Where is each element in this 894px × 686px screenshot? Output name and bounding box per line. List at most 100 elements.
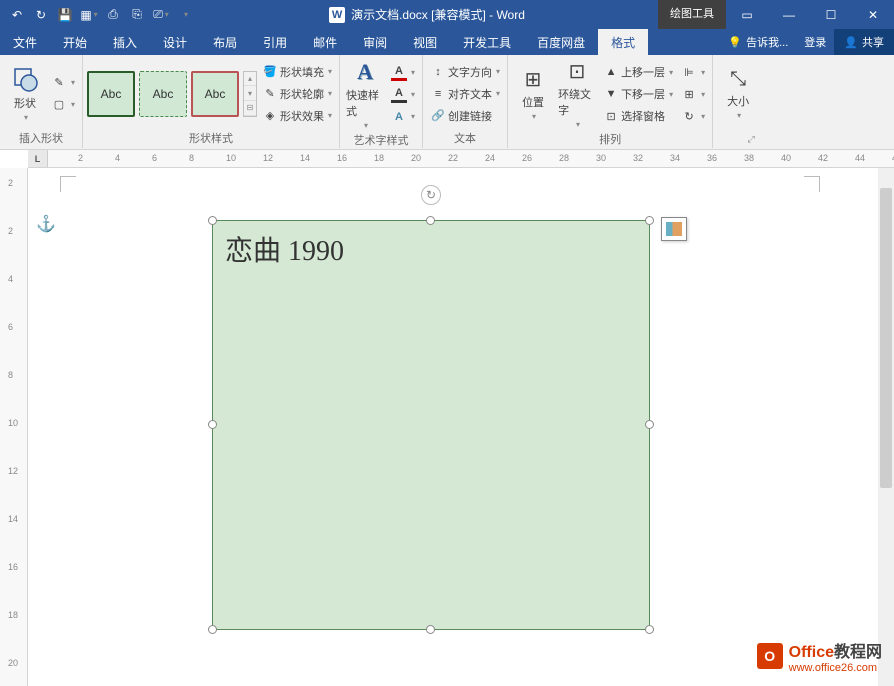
tab-view[interactable]: 视图	[400, 29, 450, 55]
tell-me-button[interactable]: 💡 告诉我...	[720, 29, 796, 55]
position-button[interactable]: ⊞ 位置 ▾	[512, 65, 554, 123]
wrap-label: 环绕文字	[558, 86, 596, 118]
new-button[interactable]: ▦▾	[78, 4, 100, 26]
redo-button[interactable]: ↻	[30, 4, 52, 26]
quick-styles-button[interactable]: A 快速样式 ▾	[344, 57, 386, 132]
resize-handle-bm[interactable]	[426, 625, 435, 634]
group-label-text: 文本	[427, 130, 503, 146]
outline-icon: ✎	[262, 86, 278, 102]
group-button[interactable]: ⊞▾	[678, 83, 708, 105]
resize-handle-bl[interactable]	[208, 625, 217, 634]
undo-button[interactable]: ↶	[6, 4, 28, 26]
save-button[interactable]: 💾	[54, 4, 76, 26]
vertical-scrollbar[interactable]	[878, 168, 894, 686]
tab-mailings[interactable]: 邮件	[300, 29, 350, 55]
tab-home[interactable]: 开始	[50, 29, 100, 55]
shape-style-gallery[interactable]: Abc Abc Abc ▴ ▾ ⊟	[87, 71, 257, 117]
document-area[interactable]: ⚓ 恋曲 1990 ↻	[28, 168, 878, 686]
rotate-button[interactable]: ↻▾	[678, 105, 708, 127]
selection-label: 选择窗格	[621, 108, 665, 124]
tab-baidu[interactable]: 百度网盘	[524, 29, 598, 55]
shape-text[interactable]: 恋曲 1990	[213, 221, 649, 277]
ruler-corner[interactable]: L	[28, 150, 48, 168]
shape-fill-button[interactable]: 🪣形状填充▾	[259, 61, 335, 83]
fill-label: 形状填充	[280, 64, 324, 80]
text-effects-icon: A	[391, 109, 407, 125]
resize-handle-ml[interactable]	[208, 420, 217, 429]
send-backward-button[interactable]: ▼下移一层▾	[600, 83, 676, 105]
shape-outline-button[interactable]: ✎形状轮廓▾	[259, 83, 335, 105]
tab-file[interactable]: 文件	[0, 29, 50, 55]
tab-references[interactable]: 引用	[250, 29, 300, 55]
gallery-more[interactable]: ⊟	[244, 101, 256, 116]
page-margin-tr	[804, 176, 820, 192]
ruler-tick: 12	[263, 153, 273, 163]
style-preset-3[interactable]: Abc	[191, 71, 239, 117]
shape-effects-button[interactable]: ◈形状效果▾	[259, 105, 335, 127]
gallery-down[interactable]: ▾	[244, 86, 256, 101]
link-label: 创建链接	[448, 108, 492, 124]
group-insert-shapes: 形状 ▾ ✎▾ ▢▾ 插入形状	[0, 55, 83, 148]
watermark-brand1: Office	[789, 644, 834, 661]
text-box-button[interactable]: ▢▾	[48, 94, 78, 116]
resize-handle-tr[interactable]	[645, 216, 654, 225]
horizontal-ruler[interactable]: L 24681012141618202224262830323436384042…	[28, 150, 894, 168]
tab-review[interactable]: 审阅	[350, 29, 400, 55]
tab-developer[interactable]: 开发工具	[450, 29, 524, 55]
edit-shape-button[interactable]: ✎▾	[48, 72, 78, 94]
ruler-tick: 4	[8, 274, 13, 284]
custom2-button[interactable]: ⎚▾	[150, 4, 172, 26]
scrollbar-thumb[interactable]	[880, 188, 892, 488]
close-button[interactable]: ✕	[852, 0, 894, 29]
minimize-button[interactable]: —	[768, 0, 810, 29]
ruler-tick: 42	[818, 153, 828, 163]
contextual-tab-label: 绘图工具	[658, 0, 726, 29]
style-preset-1[interactable]: Abc	[87, 71, 135, 117]
bring-forward-button[interactable]: ▲上移一层▾	[600, 61, 676, 83]
tab-insert[interactable]: 插入	[100, 29, 150, 55]
text-effects-button[interactable]: A▾	[388, 106, 418, 128]
wrap-text-button[interactable]: ⊡ 环绕文字 ▾	[556, 57, 598, 131]
ribbon-options-button[interactable]: ▭	[726, 0, 768, 29]
text-outline-button[interactable]: A▾	[388, 84, 418, 106]
style-preset-2[interactable]: Abc	[139, 71, 187, 117]
backward-label: 下移一层	[621, 86, 665, 102]
tab-layout[interactable]: 布局	[200, 29, 250, 55]
backward-icon: ▼	[603, 86, 619, 102]
ruler-tick: 24	[485, 153, 495, 163]
fill-icon: 🪣	[262, 64, 278, 80]
rotate-handle[interactable]: ↻	[421, 185, 441, 205]
layout-options-button[interactable]	[661, 217, 687, 241]
tab-design[interactable]: 设计	[150, 29, 200, 55]
tab-format[interactable]: 格式	[598, 29, 648, 55]
shapes-button[interactable]: 形状 ▾	[4, 63, 46, 124]
login-button[interactable]: 登录	[796, 29, 834, 55]
align-text-button[interactable]: ≡对齐文本▾	[427, 83, 503, 105]
wrap-icon: ⊡	[569, 59, 586, 84]
text-fill-button[interactable]: A▾	[388, 62, 418, 84]
group-label-shape-styles: 形状样式	[87, 130, 335, 146]
resize-handle-mr[interactable]	[645, 420, 654, 429]
selected-shape[interactable]: 恋曲 1990 ↻	[212, 220, 650, 630]
resize-handle-br[interactable]	[645, 625, 654, 634]
ruler-tick: 38	[744, 153, 754, 163]
share-button[interactable]: 👤 共享	[834, 29, 894, 55]
forward-icon: ▲	[603, 64, 619, 80]
gallery-up[interactable]: ▴	[244, 72, 256, 87]
size-launcher[interactable]: ⤢	[745, 133, 757, 145]
maximize-button[interactable]: ☐	[810, 0, 852, 29]
preview-button[interactable]: ⎙	[102, 4, 124, 26]
create-link-button[interactable]: 🔗创建链接	[427, 105, 503, 127]
align-text-icon: ≡	[430, 86, 446, 102]
ruler-tick: 14	[300, 153, 310, 163]
text-direction-button[interactable]: ↕文字方向▾	[427, 61, 503, 83]
group-label-insert-shapes: 插入形状	[4, 130, 78, 146]
vertical-ruler[interactable]: 22468101214161820	[0, 168, 28, 686]
custom1-button[interactable]: ⎘	[126, 4, 148, 26]
size-button[interactable]: ⤡ 大小 ▾	[717, 66, 759, 122]
resize-handle-tm[interactable]	[426, 216, 435, 225]
qat-more-button[interactable]: ▾	[174, 4, 196, 26]
resize-handle-tl[interactable]	[208, 216, 217, 225]
selection-pane-button[interactable]: ⊡选择窗格	[600, 105, 676, 127]
align-button[interactable]: ⊫▾	[678, 61, 708, 83]
